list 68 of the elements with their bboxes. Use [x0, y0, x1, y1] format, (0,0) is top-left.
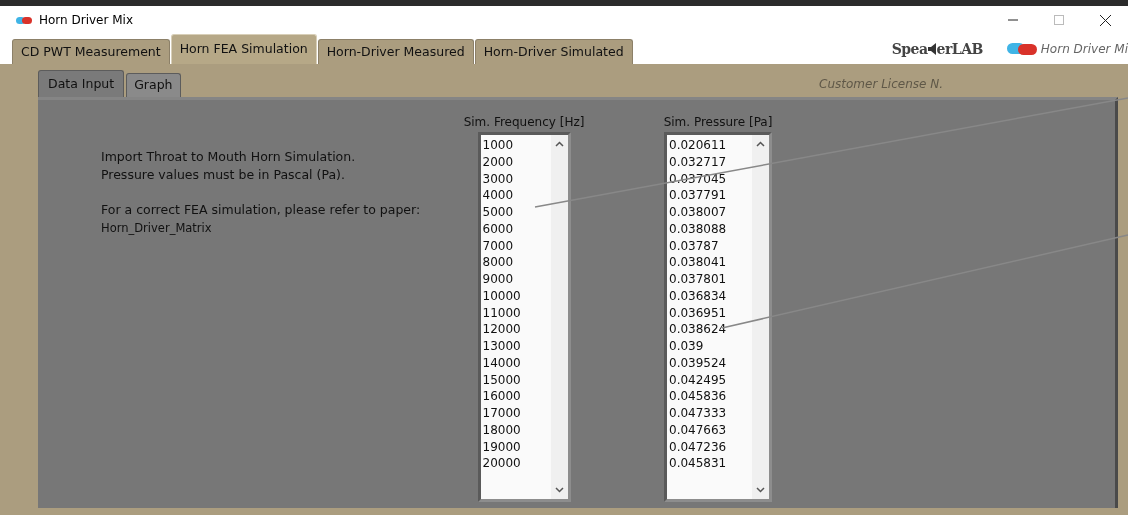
list-item: 0.042495	[669, 371, 728, 389]
list-item: 20000	[482, 455, 522, 472]
scroll-up-icon[interactable]	[554, 141, 564, 147]
list-item: 0.032717	[669, 153, 728, 171]
list-item: 12000	[482, 321, 522, 338]
list-item: 0.045831	[669, 455, 728, 472]
list-item: 18000	[482, 421, 522, 439]
list-item: 17000	[482, 405, 522, 422]
list-item: 0.047236	[669, 438, 728, 456]
list-item: 0.020611	[669, 137, 728, 154]
list-box[interactable]: 0.020611 0.032717 0.037045 0.037791 0.038007 0.038088 0.03787 0.038041 0.037801 0.036834 0.036951 0.038624 0.039 0.039524 0.042495 0.045836 0.047333 0.047663 0.047236 0.045831	[664, 132, 772, 502]
list-item: 0.037801	[669, 271, 728, 288]
list-item: 0.036951	[669, 304, 728, 322]
list-item: 13000	[482, 338, 522, 355]
maximize-icon	[1054, 15, 1064, 25]
scroll-up-icon[interactable]	[756, 141, 765, 147]
logo-text: erLAB	[936, 39, 983, 59]
list-item: 0.038624	[669, 321, 728, 338]
scroll-down-icon[interactable]	[756, 487, 765, 493]
tab[interactable]: Data Input	[38, 70, 125, 97]
list-item: 1000	[482, 137, 515, 154]
column-header: Sim. Pressure [Pa]	[663, 114, 773, 131]
close-icon	[1099, 14, 1111, 26]
instruction-text: Pressure values must be in Pascal (Pa).	[101, 166, 346, 184]
speaker-icon	[927, 43, 937, 55]
list-item: 7000	[482, 237, 515, 255]
list-item: 11000	[482, 304, 522, 322]
scroll-down-icon[interactable]	[554, 487, 564, 493]
pill-icon	[1006, 43, 1037, 55]
paper-title: Horn_Driver_Matrix	[101, 220, 213, 237]
list-item: 0.039	[669, 338, 705, 355]
list-item: 3000	[482, 170, 515, 188]
list-box[interactable]: 1000 2000 3000 4000 5000 6000 7000 8000 9000 10000 11000 12000 13000 14000 15000 16000 17000 18000 19000 20000	[477, 132, 571, 502]
list-item: 0.037045	[669, 170, 728, 188]
list-item: 14000	[482, 354, 522, 372]
instruction-text: For a correct FEA simulation, please refer to paper:	[101, 201, 422, 219]
tab[interactable]: Horn FEA Simulation	[170, 34, 317, 64]
list-item: 0.038041	[669, 254, 728, 271]
list-item: 0.045836	[669, 388, 728, 405]
instruction-text: Import Throat to Mouth Horn Simulation.	[101, 148, 357, 166]
list-item: 0.039524	[669, 354, 728, 372]
list-item: 10000	[482, 287, 522, 305]
window-title: Horn Driver Mix	[39, 12, 134, 29]
pill-icon	[16, 16, 32, 24]
license-label: Customer License N.	[819, 75, 943, 93]
tab[interactable]: Graph	[126, 73, 181, 97]
tab[interactable]: Horn-Driver Measured	[317, 39, 474, 64]
list-item: 15000	[482, 371, 522, 389]
list-item: 0.038007	[669, 204, 728, 221]
list-item: 4000	[482, 187, 515, 204]
list-item: 0.03787	[669, 237, 720, 255]
list-item: 0.047333	[669, 405, 728, 422]
list-item: 0.047663	[669, 421, 728, 439]
logo-text: Spea	[891, 39, 928, 59]
list-item: 0.038088	[669, 220, 728, 238]
list-item: 2000	[482, 153, 515, 171]
list-item: 19000	[482, 438, 522, 456]
list-item: 9000	[482, 271, 515, 288]
list-item: 6000	[482, 220, 515, 238]
list-item: 5000	[482, 204, 515, 221]
list-item: 8000	[482, 254, 515, 271]
list-item: 0.036834	[669, 287, 728, 305]
app-name: Horn Driver Mi	[1040, 41, 1128, 58]
list-item: 16000	[482, 388, 522, 405]
tab[interactable]: Horn-Driver Simulated	[474, 39, 633, 64]
list-item: 0.037791	[669, 187, 728, 204]
tab[interactable]: CD PWT Measurement	[12, 39, 170, 64]
column-header: Sim. Frequency [Hz]	[463, 114, 585, 131]
